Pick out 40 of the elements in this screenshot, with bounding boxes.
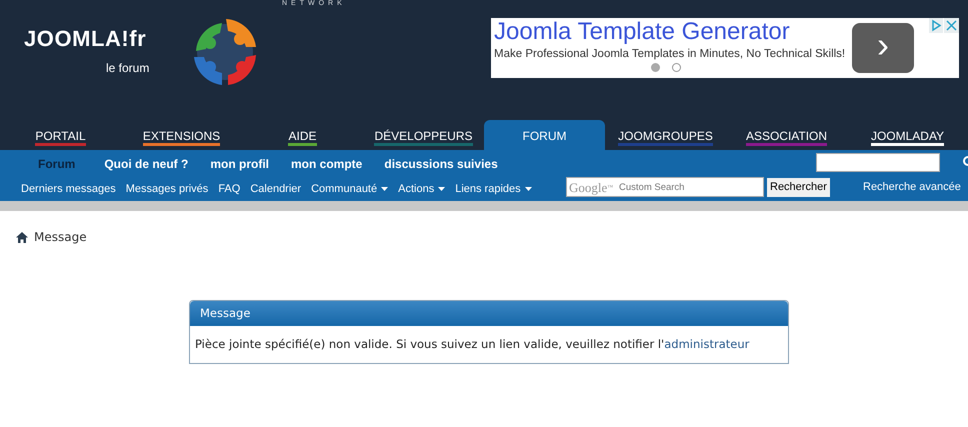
dropdown-menu-link[interactable]: Liens rapides: [455, 180, 532, 198]
main-nav-tab[interactable]: FORUM: [484, 120, 605, 150]
quick-link[interactable]: Derniers messages: [21, 180, 116, 198]
dropdown-menu-link[interactable]: Actions: [398, 180, 446, 198]
advanced-search-link[interactable]: Recherche avancée: [863, 182, 961, 193]
caret-icon: [524, 187, 532, 191]
panel-title: Message: [200, 304, 250, 322]
sub-nav-link[interactable]: mon compte: [280, 154, 374, 172]
google-logo: Google$^{™}$: [569, 181, 614, 194]
site-logo[interactable]: JOOMLA!fr: [24, 28, 180, 50]
main-nav-tab[interactable]: PORTAIL: [0, 120, 121, 150]
main-nav-tab[interactable]: DÉVELOPPEURS: [363, 120, 484, 150]
ad-choices-icon[interactable]: [929, 18, 943, 33]
quick-link[interactable]: Calendrier: [250, 180, 302, 198]
search-icon[interactable]: [961, 156, 968, 168]
tagline: le forum: [106, 60, 150, 77]
home-icon[interactable]: [16, 232, 28, 242]
search-button[interactable]: Rechercher: [767, 178, 830, 197]
main-nav-tab[interactable]: ASSOCIATION: [726, 120, 847, 150]
ad-next-button[interactable]: ›: [852, 23, 914, 73]
close-icon[interactable]: [944, 18, 959, 33]
breadcrumb-text: Message: [34, 229, 87, 246]
search-field[interactable]: [816, 153, 940, 172]
quick-link[interactable]: Messages privés: [126, 180, 208, 198]
sub-nav-link[interactable]: Quoi de neuf ?: [93, 154, 200, 172]
message-text: Pièce jointe spécifié(e) non valide. Si vous suivez un lien valide, veuillez notifier l'administrateur: [190, 326, 788, 363]
caret-icon: [438, 187, 446, 191]
quick-link[interactable]: FAQ: [218, 180, 240, 198]
ad-banner[interactable]: Joomla Template Generator Make Professional Joomla Templates in Minutes, No Technical Skills! ›: [491, 18, 959, 78]
ad-title[interactable]: Joomla Template Generator: [494, 18, 852, 46]
main-nav-tab[interactable]: JOOMLADAY: [847, 120, 968, 150]
administrator-link[interactable]: administrateur: [664, 336, 750, 354]
main-nav-tab[interactable]: AIDE: [242, 120, 363, 150]
ad-text: Make Professional Joomla Templates in Minutes, No Technical Skills!: [494, 47, 846, 61]
main-nav-tab[interactable]: JOOMGROUPES: [605, 120, 726, 150]
main-nav-tab[interactable]: EXTENSIONS: [121, 120, 242, 150]
caret-icon: [381, 187, 388, 191]
sub-nav-link[interactable]: discussions suivies: [373, 154, 509, 172]
sub-nav-link[interactable]: mon profil: [199, 154, 280, 172]
dropdown-menu-link[interactable]: Communauté: [311, 180, 388, 198]
